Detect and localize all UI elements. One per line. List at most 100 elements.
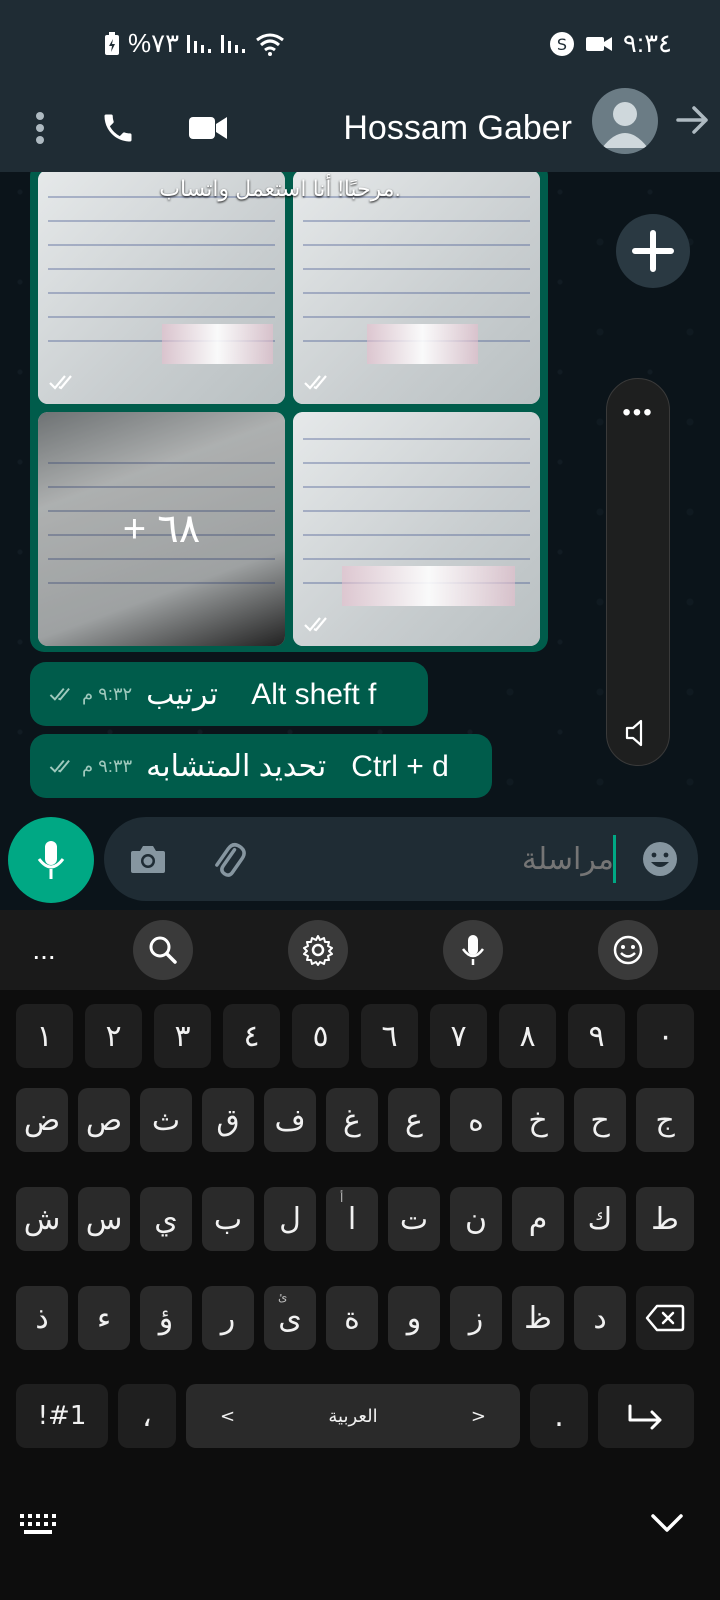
language-next: > [470,1405,486,1427]
message-meta: ٩:٣٣ م [48,756,132,777]
key-5[interactable]: ٥ [292,1004,349,1068]
key-letter[interactable]: ن [450,1187,502,1251]
key-letter[interactable]: ث [140,1088,192,1152]
key-letter[interactable]: خ [512,1088,564,1152]
video-call-icon[interactable] [178,98,238,158]
svg-text:S: S [557,35,567,54]
key-letter[interactable]: ي [140,1187,192,1251]
double-check-icon [49,760,70,773]
wifi-icon [255,32,285,56]
key-7[interactable]: ٧ [430,1004,487,1068]
key-2[interactable]: ٢ [85,1004,142,1068]
key-letter[interactable]: ظ [512,1286,564,1350]
keyboard-more-icon[interactable]: ... [14,920,74,980]
symbols-key[interactable]: !#1 [16,1384,108,1448]
key-letter[interactable]: ح [574,1088,626,1152]
key-alef-maqsura[interactable]: ئ ى [264,1286,316,1350]
emoji-icon[interactable] [640,839,680,879]
key-3[interactable]: ٣ [154,1004,211,1068]
key-letter[interactable]: ذ [16,1286,68,1350]
key-letter[interactable]: ع [388,1088,440,1152]
video-camera-status-icon [585,34,613,54]
avatar[interactable] [592,88,658,154]
key-0[interactable]: ٠ [637,1004,694,1068]
key-letter[interactable]: ف [264,1088,316,1152]
key-alef[interactable]: أ ا [326,1187,378,1251]
back-arrow-icon[interactable] [672,100,716,144]
settings-gear-icon[interactable] [288,920,348,980]
key-9[interactable]: ٩ [568,1004,625,1068]
key-letter[interactable]: ت [388,1187,440,1251]
language-prev: < [220,1405,236,1427]
message-time: ٩:٣٢ م [82,683,133,704]
key-letter[interactable]: م [512,1187,564,1251]
key-8[interactable]: ٨ [499,1004,556,1068]
key-letter[interactable]: ق [202,1088,254,1152]
key-letter[interactable]: و [388,1286,440,1350]
period-key[interactable]: . [530,1384,588,1448]
key-letter[interactable]: ب [202,1187,254,1251]
camera-icon[interactable] [128,839,168,879]
media-thumbnail-3[interactable]: + ٦٨ [38,412,285,646]
add-plus-button[interactable] [616,214,690,288]
media-thumbnail-4[interactable] [293,412,540,646]
signal-icon [187,33,213,55]
key-letter[interactable]: ج [636,1088,694,1152]
more-media-count[interactable]: + ٦٨ [38,412,285,646]
key-letter: ا [347,1201,357,1237]
message-bubble-1[interactable]: ٩:٣٢ م ترتيب Alt sheft f [30,662,428,726]
key-letter[interactable]: ء [78,1286,130,1350]
comma-key[interactable]: ، [118,1384,176,1448]
message-input-container[interactable] [104,817,698,901]
key-letter[interactable]: س [78,1187,130,1251]
voice-call-icon[interactable] [88,98,148,158]
volume-mute-icon[interactable] [621,715,657,751]
keyboard-nav-row [0,1490,720,1600]
media-thumbnail-1[interactable] [38,172,285,404]
key-letter[interactable]: ه [450,1088,502,1152]
key-letter[interactable]: ك [574,1187,626,1251]
more-options-icon[interactable] [10,98,70,158]
voice-input-icon[interactable] [443,920,503,980]
key-letter[interactable]: ل [264,1187,316,1251]
message-input[interactable] [274,833,614,885]
key-letter[interactable]: ة [326,1286,378,1350]
backspace-key[interactable] [636,1286,694,1350]
enter-icon [628,1404,662,1430]
key-letter[interactable]: ؤ [140,1286,192,1350]
search-icon[interactable] [133,920,193,980]
message-bubble-2[interactable]: ٩:٣٣ م تحديد المتشابه Ctrl + d [30,734,492,798]
hide-keyboard-chevron-icon[interactable] [650,1512,684,1539]
key-letter[interactable]: ص [78,1088,130,1152]
media-thumbnail-2[interactable] [293,172,540,404]
status-greeting-overlay: مرحبًا! أنا استعمل واتساب. [159,176,401,201]
double-check-icon [303,615,333,638]
signal-icon-2 [221,33,247,55]
contact-name[interactable]: Hossam Gaber [343,100,572,156]
volume-more-icon[interactable]: ••• [607,399,669,427]
double-check-icon [303,373,333,396]
microphone-icon [37,841,65,879]
key-1[interactable]: ١ [16,1004,73,1068]
key-letter[interactable]: ض [16,1088,68,1152]
keyboard-switch-icon[interactable] [18,1510,58,1545]
battery-percent: %٧٣ [128,28,180,58]
key-4[interactable]: ٤ [223,1004,280,1068]
volume-panel[interactable]: ••• [606,378,670,766]
message-text: تحديد المتشابه Ctrl + d [146,749,449,783]
space-key[interactable]: < العربية > [186,1384,520,1448]
attach-icon[interactable] [208,839,248,879]
key-letter[interactable]: ر [202,1286,254,1350]
key-letter[interactable]: ز [450,1286,502,1350]
key-letter[interactable]: غ [326,1088,378,1152]
space-language-label: العربية [328,1405,378,1427]
key-letter[interactable]: ط [636,1187,694,1251]
key-letter[interactable]: د [574,1286,626,1350]
enter-key[interactable] [598,1384,694,1448]
emoji-keyboard-icon[interactable] [598,920,658,980]
key-6[interactable]: ٦ [361,1004,418,1068]
key-alt-char: أ [340,1191,344,1205]
media-album-bubble[interactable]: + ٦٨ [30,172,548,652]
key-letter[interactable]: ش [16,1187,68,1251]
voice-record-button[interactable] [8,817,94,903]
